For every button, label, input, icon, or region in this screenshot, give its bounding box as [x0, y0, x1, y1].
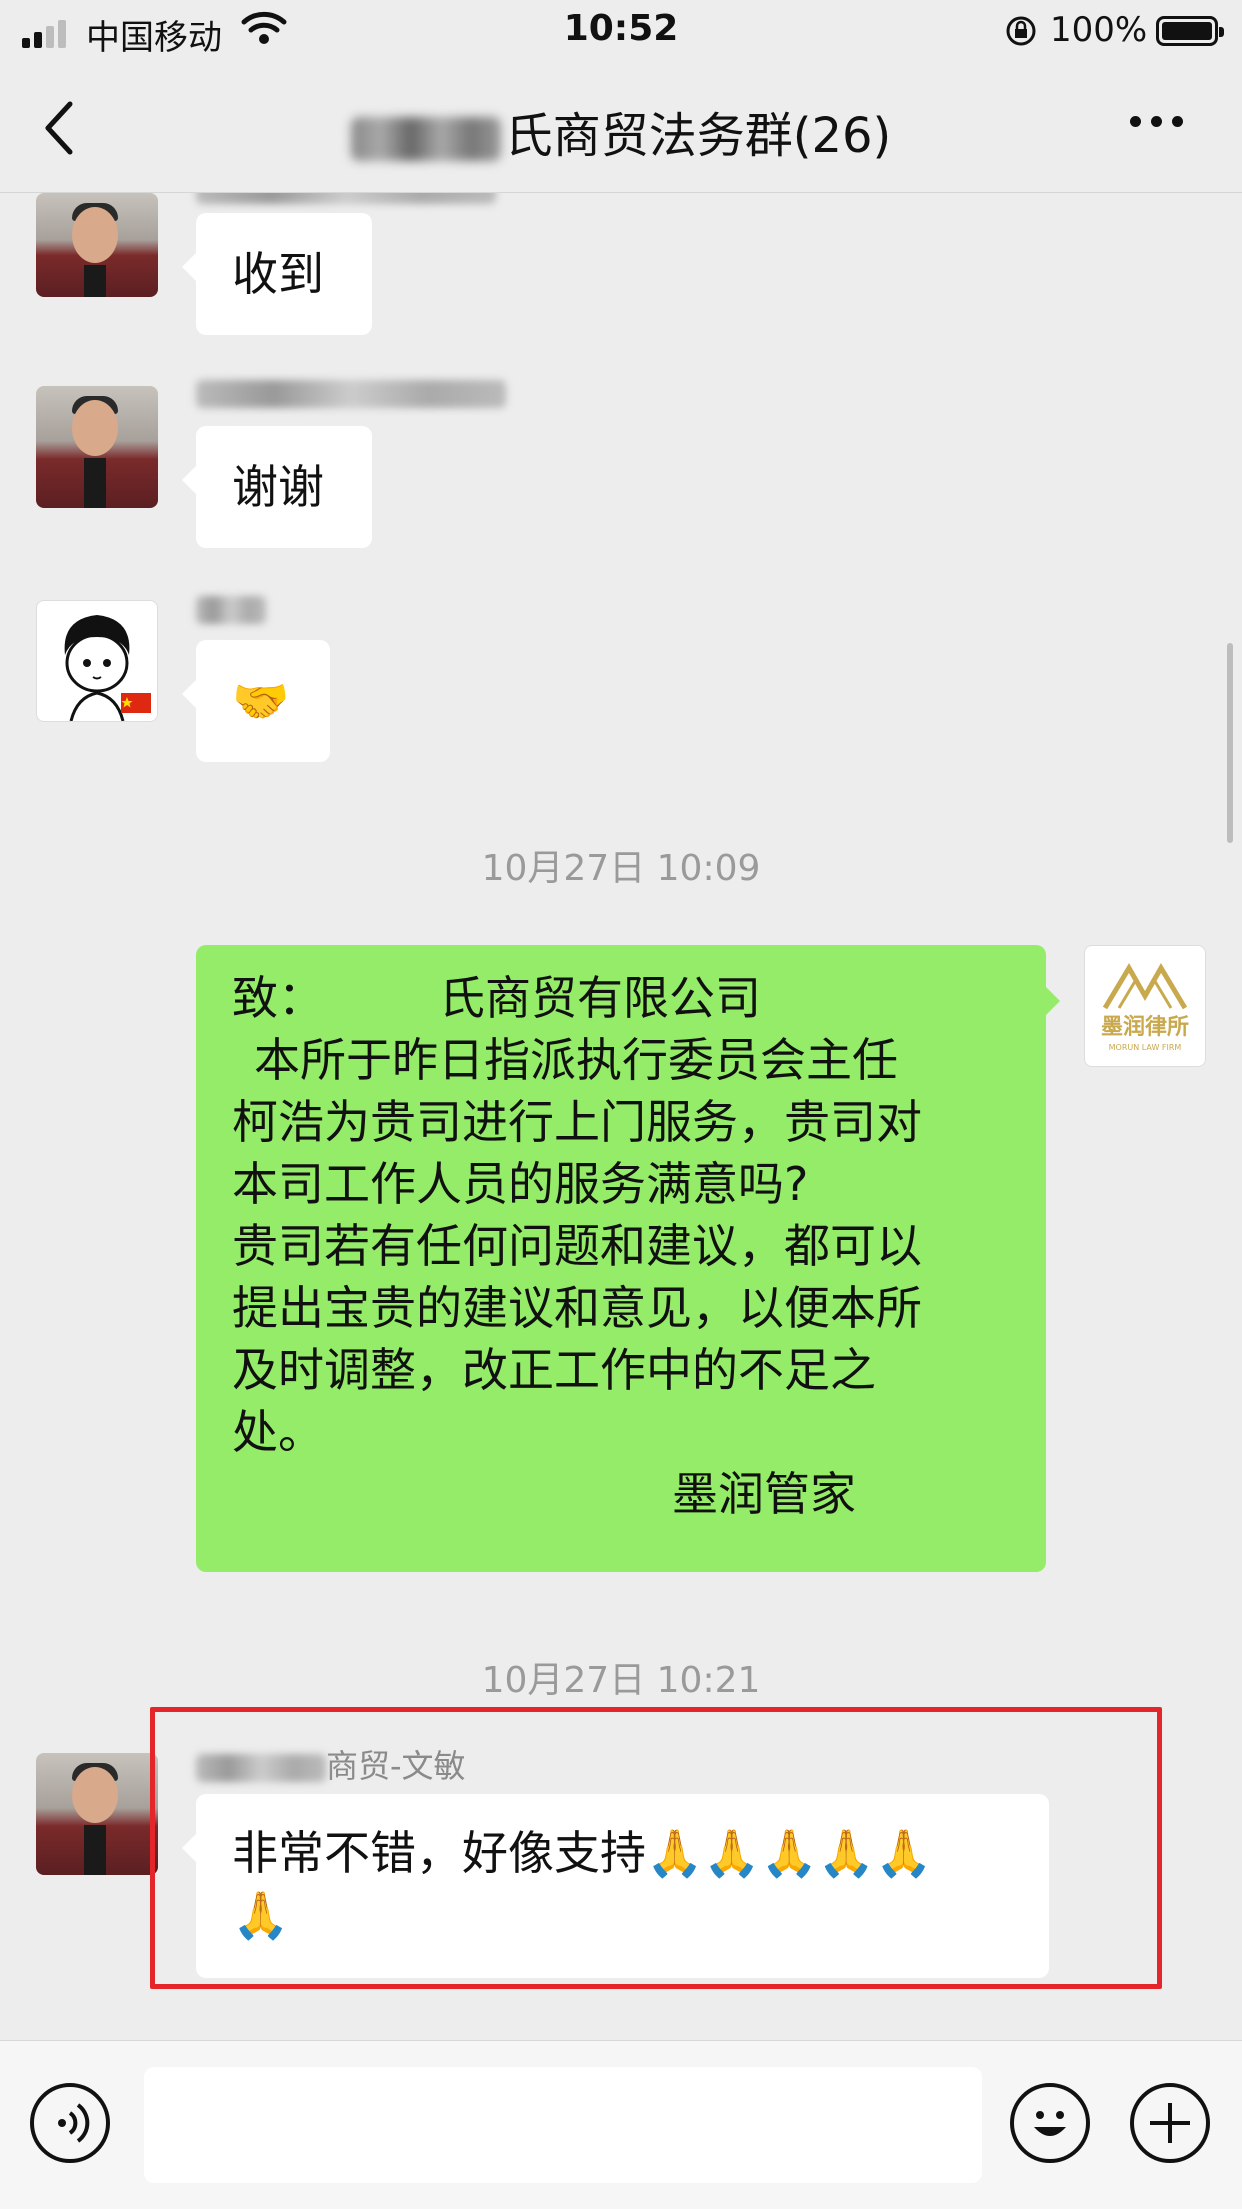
input-bar — [0, 2040, 1242, 2209]
voice-icon[interactable] — [30, 2083, 110, 2163]
message-text: 谢谢 — [232, 460, 324, 514]
sender-name — [196, 193, 496, 207]
message-text: 收到 — [232, 247, 324, 301]
timestamp: 10月27日 10:21 — [481, 1660, 761, 1701]
message-line: 本所于昨日指派执行委员会主任 — [254, 1033, 898, 1087]
chat-title-text: 氏商贸法务群(26) — [504, 108, 892, 164]
message-signature: 墨润管家 — [672, 1467, 856, 1521]
highlight-box — [150, 1707, 1162, 1989]
message-bubble[interactable]: 谢谢 — [182, 426, 372, 548]
redacted-text — [350, 117, 501, 161]
message-bubble[interactable]: 🤝 — [182, 640, 330, 762]
message-line: 贵司若有任何问题和建议，都可以 — [232, 1219, 922, 1273]
avatar[interactable] — [36, 386, 158, 508]
message-line: 处。 — [232, 1405, 324, 1459]
message-line: 致： 氏商贸有限公司 — [232, 971, 761, 1025]
logo-text: 墨润律所 — [1101, 1014, 1189, 1040]
message-bubble[interactable]: 收到 — [182, 213, 372, 335]
status-bar: 中国移动 10:52 100% — [0, 0, 1242, 62]
chat-title: 氏商贸法务群(26) — [0, 96, 1242, 166]
avatar-self[interactable]: 墨润律所 MORUN LAW FIRM — [1084, 945, 1206, 1067]
more-icon[interactable] — [1130, 116, 1186, 136]
message-input[interactable] — [144, 2067, 982, 2183]
nav-bar: 氏商贸法务群(26) — [0, 62, 1242, 193]
logo-subtext: MORUN LAW FIRM — [1109, 1043, 1182, 1052]
message-line: 提出宝贵的建议和意见，以便本所 — [232, 1281, 922, 1335]
avatar[interactable] — [36, 1753, 158, 1875]
scrollbar[interactable] — [1227, 643, 1233, 843]
avatar[interactable] — [36, 193, 158, 297]
rotation-lock-icon — [1006, 16, 1036, 46]
emoji-icon[interactable] — [1010, 2083, 1090, 2163]
message-line: 柯浩为贵司进行上门服务，贵司对 — [232, 1095, 922, 1149]
avatar[interactable] — [36, 600, 158, 722]
message-bubble-self[interactable]: 致： 氏商贸有限公司 本所于昨日指派执行委员会主任 柯浩为贵司进行上门服务，贵司… — [196, 945, 1060, 1572]
sender-name — [196, 589, 266, 627]
battery-percentage: 100% — [1050, 10, 1148, 50]
message-text: 🤝 — [232, 674, 290, 728]
plus-icon[interactable] — [1130, 2083, 1210, 2163]
law-firm-logo-icon: 墨润律所 MORUN LAW FIRM — [1101, 963, 1189, 1052]
timestamp: 10月27日 10:09 — [481, 848, 761, 889]
message-line: 本司工作人员的服务满意吗? — [232, 1157, 809, 1211]
cartoon-avatar-icon — [64, 615, 151, 721]
sender-name — [196, 373, 506, 411]
message-line: 及时调整，改正工作中的不足之 — [232, 1343, 876, 1397]
battery-icon — [1156, 16, 1224, 46]
